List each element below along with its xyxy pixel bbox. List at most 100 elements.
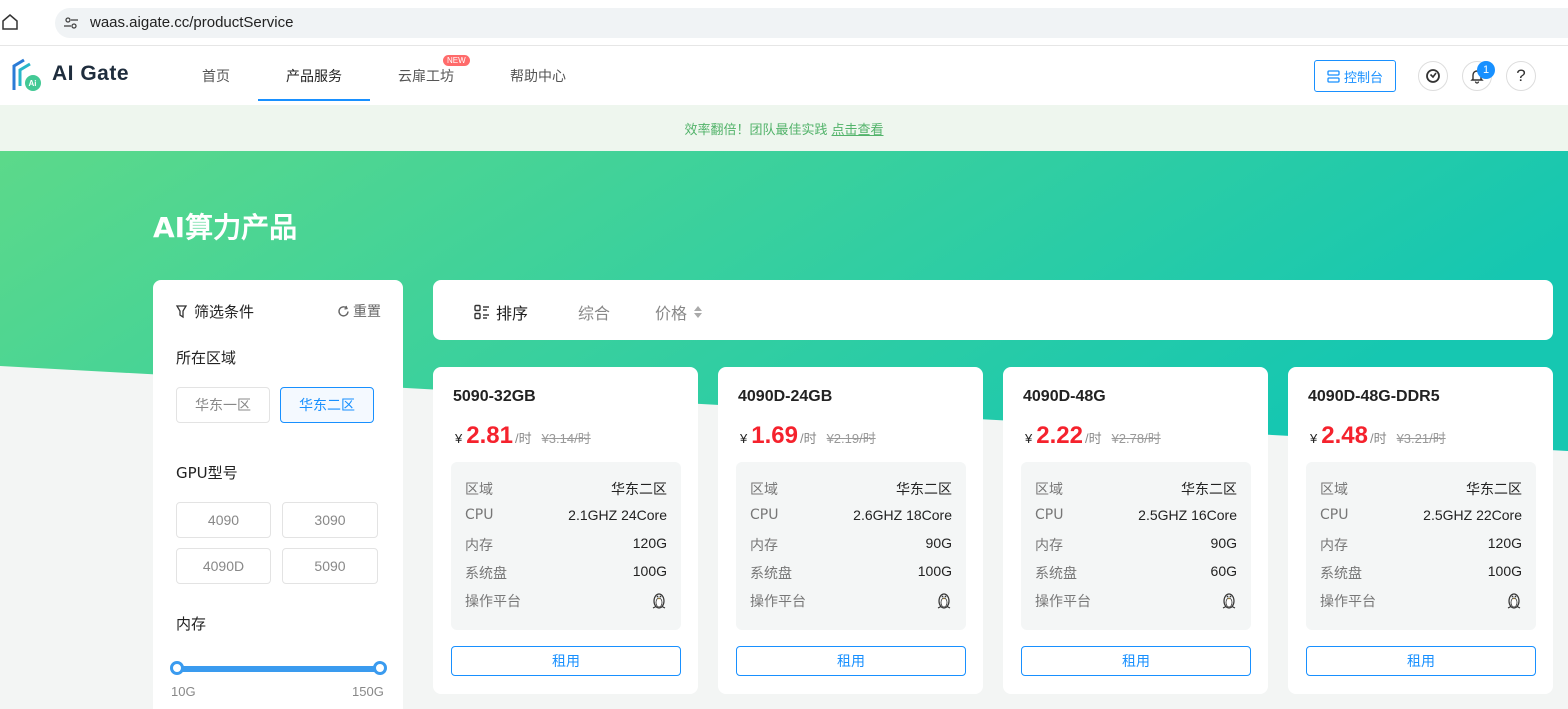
spec-key: CPU [1035,507,1064,523]
home-icon[interactable] [1,13,19,31]
price-unit: /时 [514,431,532,446]
spec-row-region: 区域 华东二区 [465,479,667,499]
rent-button[interactable]: 租用 [451,646,681,676]
price-unit: /时 [1369,431,1387,446]
original-price: ¥2.19/时 [826,431,876,446]
rent-button[interactable]: 租用 [1021,646,1251,676]
product-name: 4090D-48G [1023,388,1106,405]
spec-key: 区域 [750,482,778,498]
spec-key: 系统盘 [750,566,792,582]
region-option-1[interactable]: 华东一区 [176,387,270,423]
gpu-option-4090d[interactable]: 4090D [176,548,271,584]
product-name: 5090-32GB [453,388,536,405]
spec-row-region: 区域 华东二区 [1035,479,1237,499]
spec-row-platform: 操作平台 [1320,591,1522,611]
spec-row-cpu: CPU 2.1GHZ 24Core [465,507,667,523]
memory-slider-min-handle[interactable] [170,661,184,675]
spec-box: 区域 华东二区 CPU 2.6GHZ 18Core 内存 90G 系统盘 100… [736,462,966,630]
linux-penguin-icon [937,593,951,609]
reset-icon [338,305,349,317]
spec-row-memory: 内存 120G [465,535,667,555]
spec-key: 操作平台 [1035,594,1091,610]
url-field[interactable]: waas.aigate.cc/productService [55,8,1568,38]
spec-value: 2.5GHZ 16Core [1138,507,1237,523]
spec-value: 100G [632,563,667,579]
spec-key: CPU [1320,507,1349,523]
spec-key: 操作平台 [1320,594,1376,610]
product-price: 2.81 [466,422,513,449]
product-name: 4090D-48G-DDR5 [1308,388,1440,405]
svg-text:Ai: Ai [29,79,37,88]
sort-price-label: 价格 [655,304,688,323]
spec-key: 系统盘 [1320,566,1362,582]
sort-label-text: 排序 [496,304,529,323]
memory-max-label: 150G [352,684,384,699]
product-name: 4090D-24GB [738,388,833,405]
spec-box: 区域 华东二区 CPU 2.5GHZ 22Core 内存 120G 系统盘 10… [1306,462,1536,630]
logo-text: AI Gate [52,62,130,85]
spec-key: 区域 [1035,482,1063,498]
spec-row-disk: 系统盘 60G [1035,563,1237,583]
nav-home[interactable]: 首页 [202,66,230,86]
console-icon [1327,69,1340,83]
spec-value: 华东二区 [611,481,667,497]
memory-slider-track[interactable] [177,666,381,672]
reset-button[interactable]: 重置 [337,301,381,321]
spec-row-platform: 操作平台 [1035,591,1237,611]
console-button[interactable]: 控制台 [1314,60,1396,92]
product-card: 5090-32GB ¥ 2.81 /时 ¥3.14/时 区域 华东二区 CPU … [433,367,698,694]
spec-key: 系统盘 [1035,566,1077,582]
spec-value: 2.6GHZ 18Core [853,507,952,523]
nav-workshop[interactable]: 云扉工坊 [398,66,454,86]
spec-box: 区域 华东二区 CPU 2.1GHZ 24Core 内存 120G 系统盘 10… [451,462,681,630]
notification-count-badge: 1 [1477,61,1495,79]
promo-link[interactable]: 点击查看 [832,119,884,138]
spec-key: 内存 [1320,538,1348,554]
sort-general-label: 综合 [578,304,611,323]
region-option-2[interactable]: 华东二区 [280,387,374,423]
page-title: AI算力产品 [153,211,298,244]
spec-row-disk: 系统盘 100G [1320,563,1522,583]
product-price: 2.22 [1036,422,1083,449]
help-button[interactable]: ? [1506,61,1536,91]
spec-value: 100G [1487,563,1522,579]
spec-row-cpu: CPU 2.5GHZ 16Core [1035,507,1237,523]
memory-slider-max-handle[interactable] [373,661,387,675]
spec-row-memory: 内存 90G [750,535,952,555]
linux-penguin-icon [652,593,666,609]
sort-label: 排序 [474,300,528,324]
sort-general[interactable]: 综合 [578,300,610,324]
spec-value: 100G [917,563,952,579]
currency-symbol: ¥ [455,431,463,446]
gpu-option-3090[interactable]: 3090 [282,502,378,538]
spec-key: 内存 [465,538,493,554]
product-price: 1.69 [751,422,798,449]
spec-row-memory: 内存 90G [1035,535,1237,555]
spec-value: 120G [632,535,667,551]
spec-value: 90G [925,535,952,551]
original-price: ¥3.21/时 [1396,431,1446,446]
memory-label: 内存 [176,615,207,633]
site-header: Ai AI Gate 首页 产品服务 云扉工坊 NEW 帮助中心 控制台 1 ? [0,46,1568,105]
site-settings-icon[interactable] [63,15,79,31]
refresh-button[interactable] [1418,61,1448,91]
filter-panel: 筛选条件 重置 所在区域 华东一区 华东二区 GPU型号 4090 3090 4… [153,280,403,709]
sort-price[interactable]: 价格 [655,300,703,324]
gpu-option-5090[interactable]: 5090 [282,548,378,584]
linux-penguin-icon [1222,593,1236,609]
nav-product-service[interactable]: 产品服务 [286,66,342,86]
promo-banner: 效率翻倍！团队最佳实践 点击查看 [0,105,1568,151]
gpu-option-4090[interactable]: 4090 [176,502,271,538]
spec-key: 操作平台 [465,594,521,610]
original-price: ¥3.14/时 [541,431,591,446]
spec-key: 内存 [750,538,778,554]
product-card: 4090D-48G-DDR5 ¥ 2.48 /时 ¥3.21/时 区域 华东二区… [1288,367,1553,694]
rent-button[interactable]: 租用 [736,646,966,676]
ai-gate-logo-icon: Ai [12,58,41,91]
spec-value: 90G [1210,535,1237,551]
gpu-label: GPU型号 [176,464,238,482]
site-logo[interactable]: Ai AI Gate [10,56,130,96]
nav-help-center[interactable]: 帮助中心 [510,66,566,86]
rent-button[interactable]: 租用 [1306,646,1536,676]
price-unit: /时 [1084,431,1102,446]
